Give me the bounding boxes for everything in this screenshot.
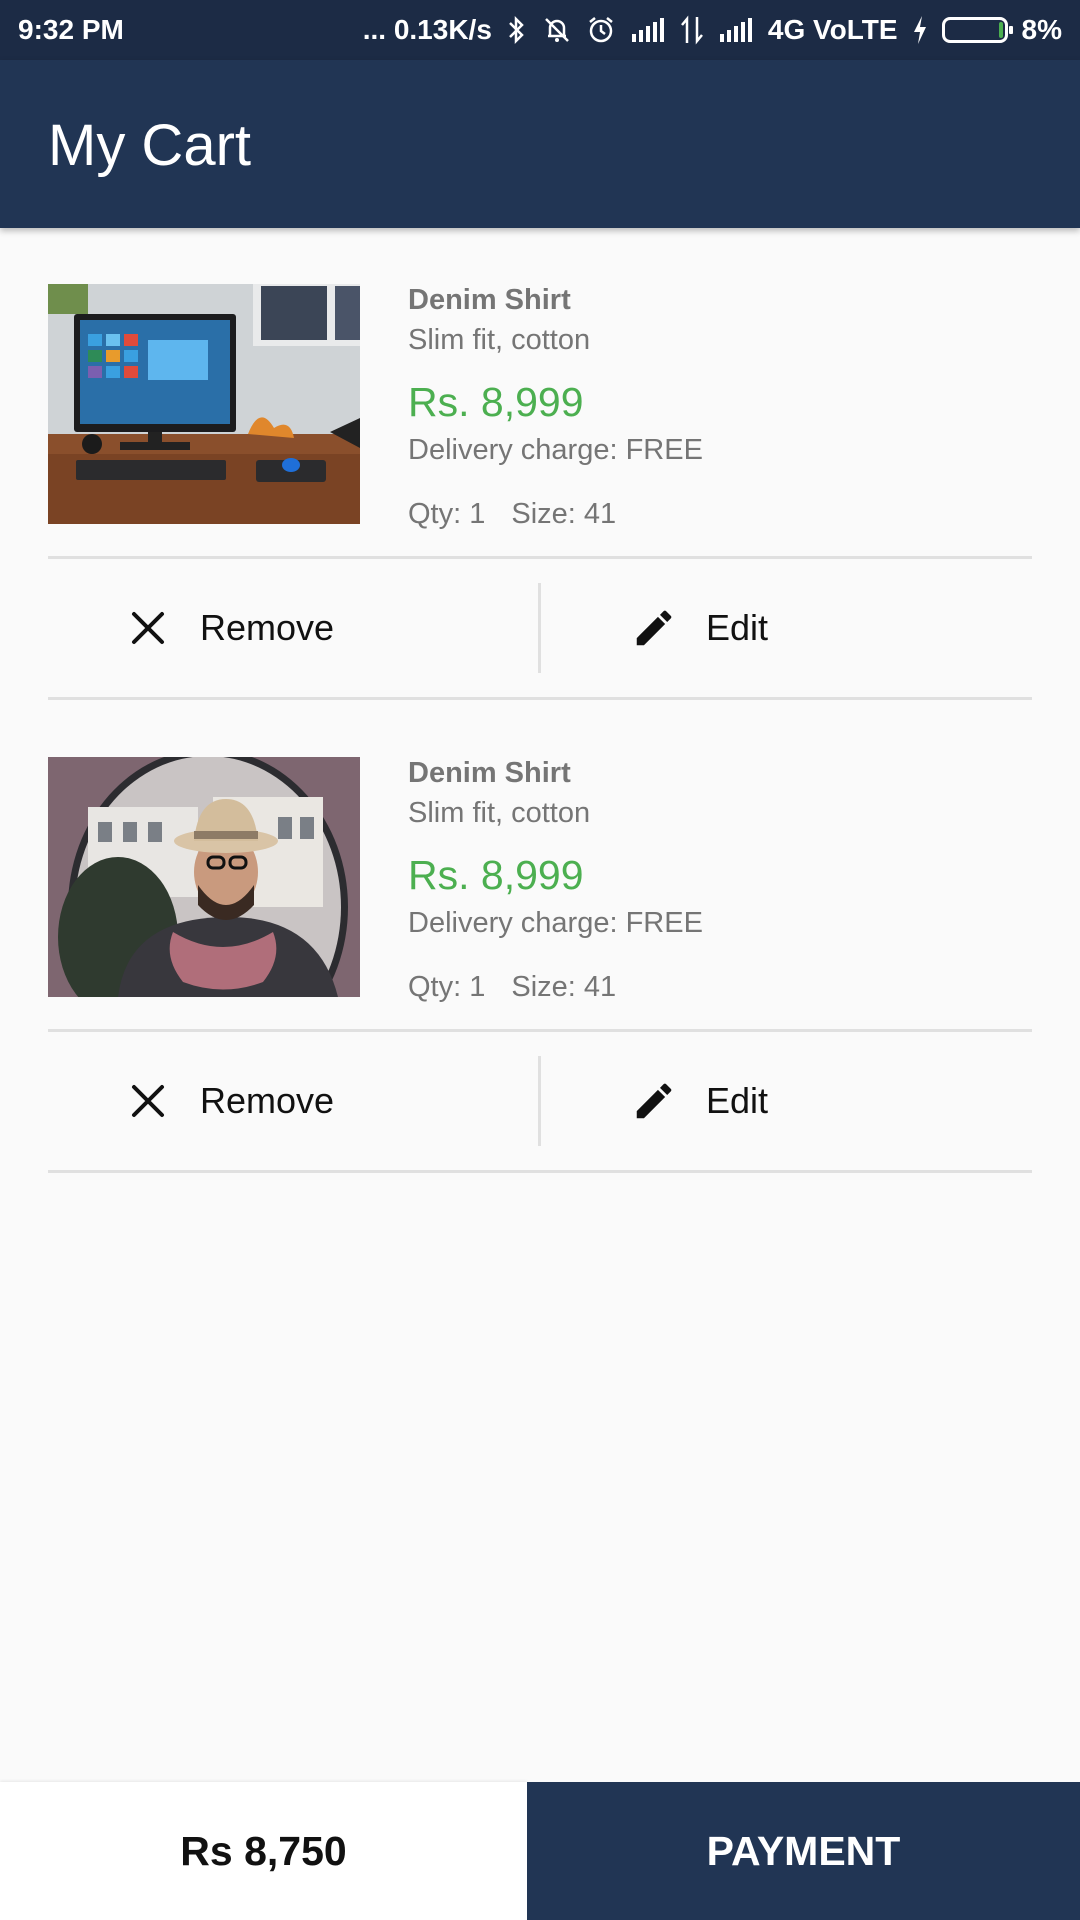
bell-off-icon [542, 15, 572, 45]
status-time: 9:32 PM [18, 14, 124, 45]
remove-button[interactable]: Remove [124, 1032, 334, 1170]
cart-total: Rs 8,750 [0, 1782, 527, 1920]
divider [48, 1170, 1032, 1173]
edit-button[interactable]: Edit [630, 559, 768, 697]
delivery-charge: Delivery charge: FREE [408, 434, 703, 466]
item-actions: Remove Edit [48, 1032, 1032, 1170]
status-icons: ... 0.13K/s 4G VoLTE 8% [363, 14, 1062, 46]
product-description: Slim fit, cotton [408, 797, 591, 829]
remove-label: Remove [200, 1080, 335, 1121]
battery-fill [998, 22, 1003, 38]
product-price: Rs. 8,999 [408, 852, 584, 898]
checkout-bar: Rs 8,750 PAYMENT [0, 1782, 1080, 1920]
delivery-charge: Delivery charge: FREE [408, 907, 703, 939]
product-price: Rs. 8,999 [408, 379, 584, 425]
quantity: Qty: 1 [408, 498, 486, 530]
battery-icon [941, 17, 1013, 43]
battery-percent: 8% [1021, 14, 1062, 45]
action-separator [538, 1056, 541, 1146]
network-type: 4G VoLTE [767, 14, 898, 45]
close-icon [124, 604, 172, 652]
product-image[interactable] [48, 757, 360, 997]
payment-button[interactable]: PAYMENT [527, 1782, 1080, 1920]
divider [48, 697, 1032, 700]
page-title: My Cart [48, 113, 251, 178]
product-image[interactable] [48, 284, 360, 524]
product-name: Denim Shirt [408, 284, 571, 316]
product-meta: Qty: 1 Size: 41 [408, 971, 616, 1004]
data-arrows-icon [680, 15, 704, 45]
action-separator [538, 583, 541, 673]
app-bar: My Cart [0, 60, 1080, 228]
edit-button[interactable]: Edit [630, 1032, 768, 1170]
size: Size: 41 [511, 971, 617, 1003]
item-actions: Remove Edit [48, 559, 1032, 697]
pencil-icon [630, 604, 678, 652]
network-speed: ... 0.13K/s [362, 14, 492, 45]
close-icon [124, 1077, 172, 1125]
product-meta: Qty: 1 Size: 41 [408, 498, 616, 531]
pencil-icon [630, 1077, 678, 1125]
bluetooth-icon [506, 15, 528, 45]
edit-label: Edit [706, 607, 769, 648]
signal-icon-2 [718, 18, 754, 42]
size: Size: 41 [511, 498, 617, 530]
alarm-icon [586, 15, 616, 45]
signal-icon [630, 18, 666, 42]
remove-button[interactable]: Remove [124, 559, 334, 697]
product-name: Denim Shirt [408, 757, 571, 789]
product-description: Slim fit, cotton [408, 324, 591, 356]
status-bar: 9:32 PM ... 0.13K/s 4G VoLTE 8% [0, 0, 1080, 60]
charging-icon [912, 16, 928, 44]
quantity: Qty: 1 [408, 971, 486, 1003]
remove-label: Remove [200, 607, 335, 648]
edit-label: Edit [706, 1080, 769, 1121]
